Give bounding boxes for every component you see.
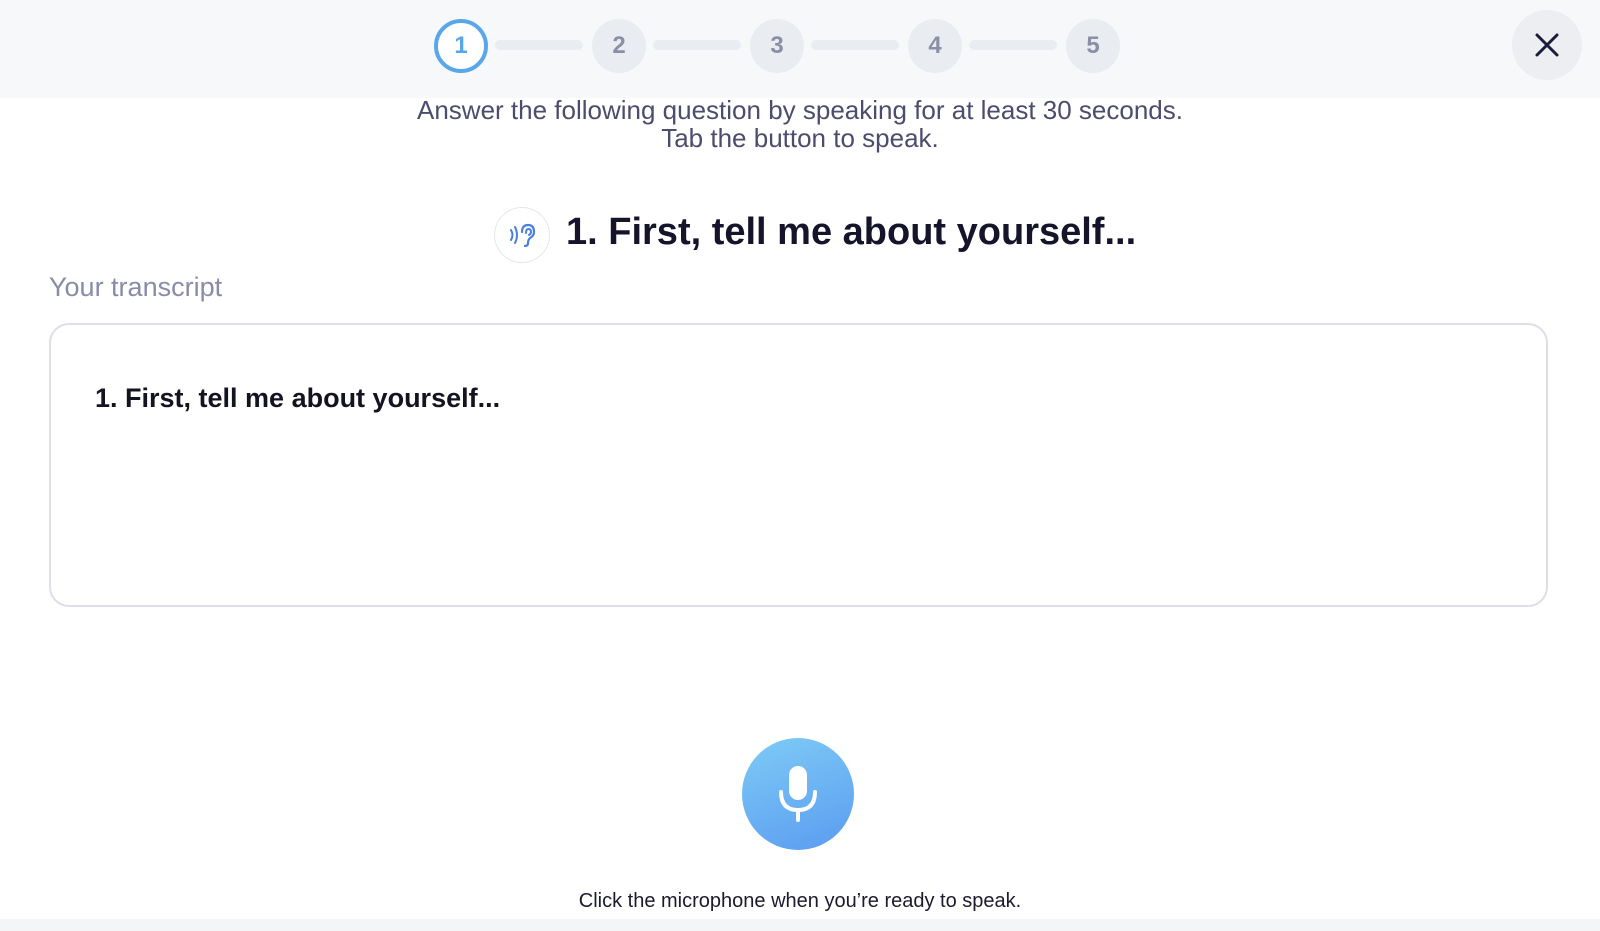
instructions: Answer the following question by speakin… bbox=[0, 96, 1600, 152]
step-connector bbox=[653, 40, 741, 50]
step-5: 5 bbox=[1066, 19, 1120, 73]
microphone-icon bbox=[779, 766, 817, 822]
listen-button[interactable] bbox=[494, 207, 550, 263]
close-button[interactable] bbox=[1512, 10, 1582, 80]
bottom-bar bbox=[0, 919, 1600, 931]
top-bar: 1 2 3 4 5 bbox=[0, 0, 1600, 98]
instruction-line-1: Answer the following question by speakin… bbox=[416, 95, 1183, 125]
step-4: 4 bbox=[908, 19, 962, 73]
transcript-label: Your transcript bbox=[49, 272, 223, 302]
close-icon bbox=[1535, 33, 1559, 57]
step-2: 2 bbox=[592, 19, 646, 73]
step-1: 1 bbox=[434, 19, 488, 73]
transcript-text: 1. First, tell me about yourself... bbox=[95, 383, 501, 413]
step-3: 3 bbox=[750, 19, 804, 73]
ear-sound-icon bbox=[510, 223, 536, 248]
step-connector bbox=[969, 40, 1057, 50]
question-row: 1. First, tell me about yourself... bbox=[0, 202, 1600, 263]
transcript-box[interactable]: 1. First, tell me about yourself... bbox=[49, 323, 1548, 607]
step-connector bbox=[811, 40, 899, 50]
question-title: 1. First, tell me about yourself... bbox=[566, 211, 1137, 253]
microphone-button[interactable] bbox=[742, 738, 854, 850]
step-connector bbox=[495, 40, 583, 50]
instruction-line-2: Tab the button to speak. bbox=[661, 123, 939, 153]
microphone-hint: Click the microphone when you’re ready t… bbox=[578, 890, 1022, 912]
